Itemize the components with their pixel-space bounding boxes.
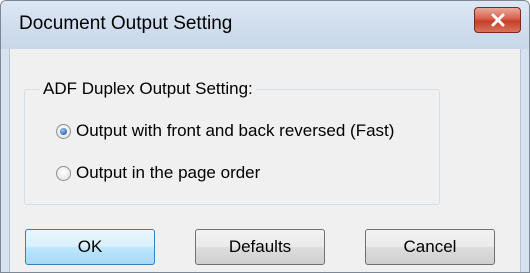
cancel-button[interactable]: Cancel xyxy=(365,229,495,265)
ok-button[interactable]: OK xyxy=(25,229,155,265)
radio-page-order[interactable] xyxy=(56,165,71,181)
option-page-order[interactable]: Output in the page order xyxy=(56,163,260,183)
radio-label: Output with front and back reversed (Fas… xyxy=(76,121,395,140)
title-bar[interactable]: Document Output Setting xyxy=(1,1,529,49)
dialog-body: ADF Duplex Output Setting: Output with f… xyxy=(9,49,521,272)
dialog-window: Document Output Setting ADF Duplex Outpu… xyxy=(0,0,530,273)
dialog-title: Document Output Setting xyxy=(19,13,233,34)
radio-label: Output in the page order xyxy=(76,163,261,182)
group-label: ADF Duplex Output Setting: xyxy=(40,79,256,99)
defaults-button[interactable]: Defaults xyxy=(195,229,325,265)
close-button[interactable] xyxy=(474,7,521,33)
duplex-output-group xyxy=(24,89,440,205)
close-icon xyxy=(491,13,505,27)
radio-front-back-reversed[interactable] xyxy=(56,123,71,139)
option-front-back-reversed[interactable]: Output with front and back reversed (Fas… xyxy=(56,121,394,141)
